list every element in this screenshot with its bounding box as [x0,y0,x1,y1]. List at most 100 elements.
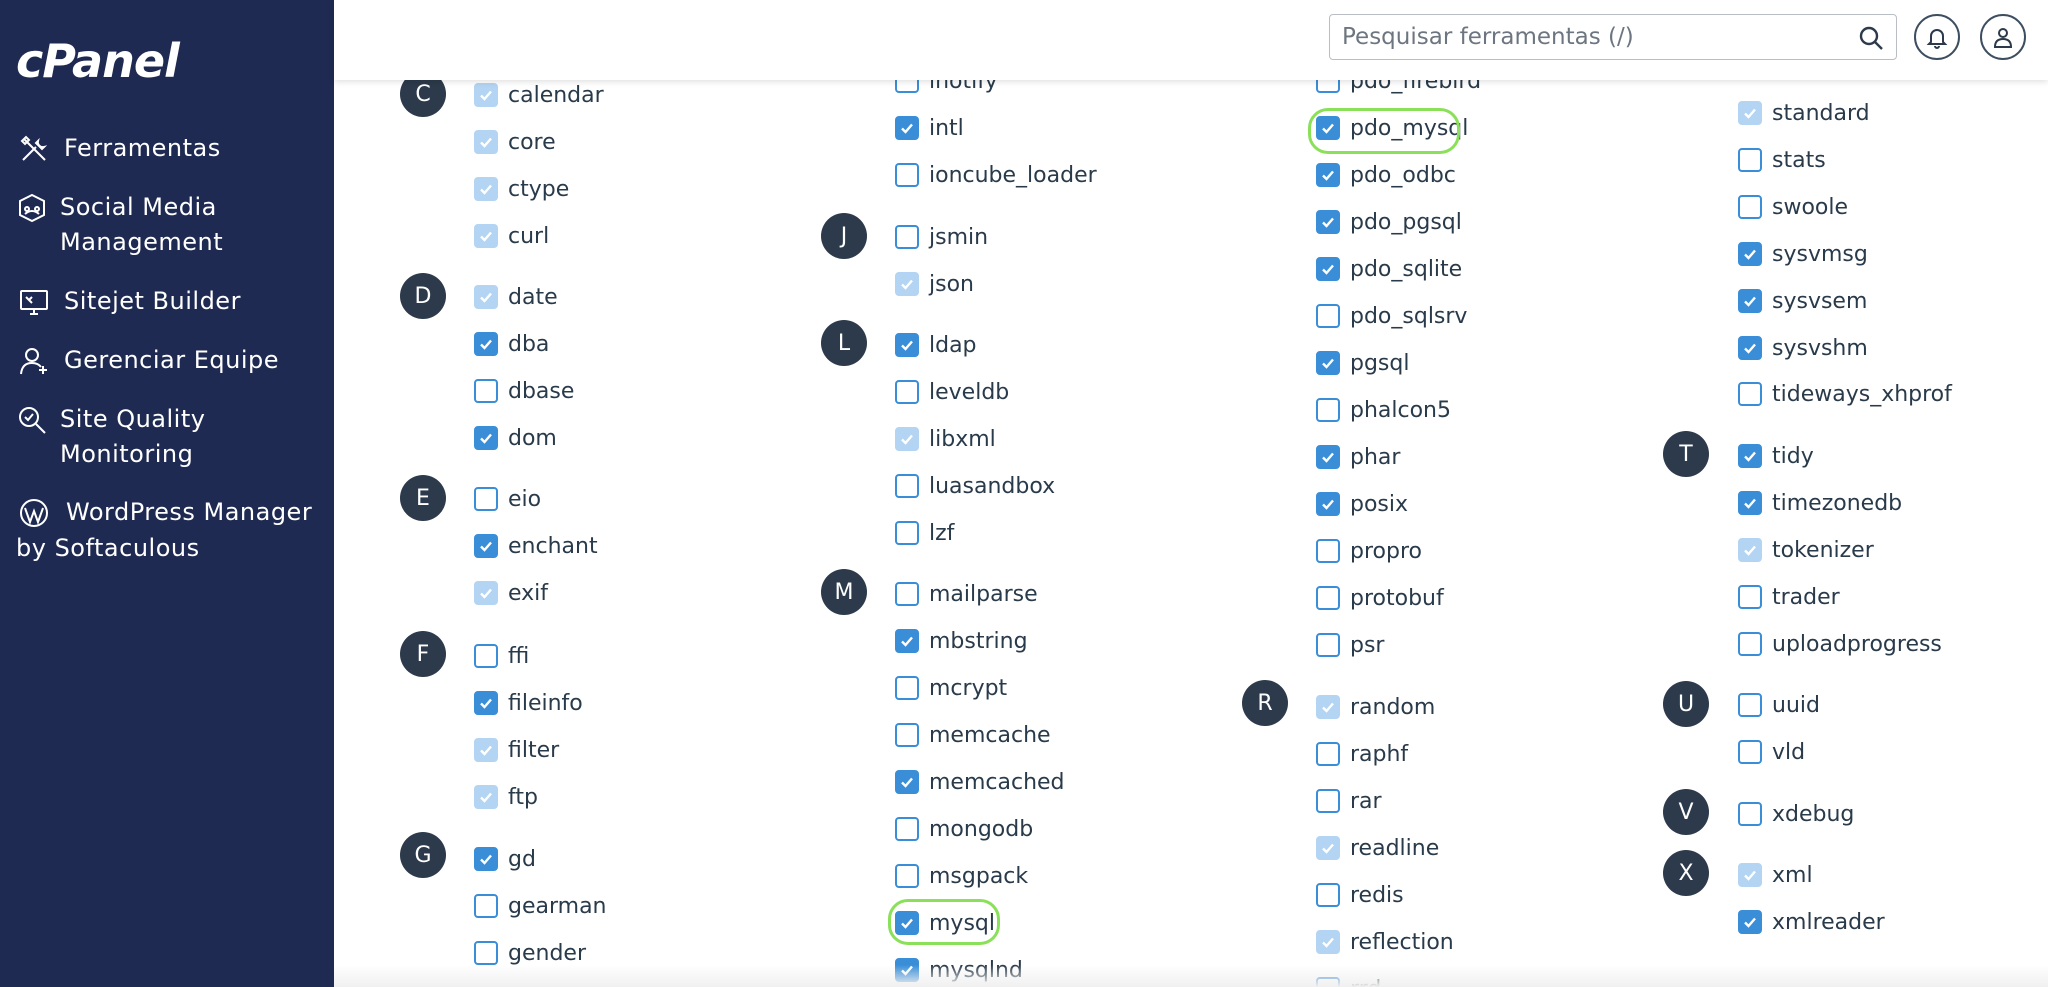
extension-checkbox[interactable] [1316,789,1340,813]
extension-checkbox[interactable] [1738,148,1762,172]
extension-checkbox[interactable] [1738,195,1762,219]
extension-checkbox[interactable] [1316,257,1340,281]
extension-item-tideways-xhprof[interactable]: tideways_xhprof [1738,376,1952,412]
sidebar-item-gerenciar-equipe[interactable]: Gerenciar Equipe [16,343,279,379]
extension-checkbox[interactable] [895,380,919,404]
extension-item-sysvsem[interactable]: sysvsem [1738,283,1867,319]
extension-item-libxml[interactable]: libxml [895,421,996,457]
extension-checkbox[interactable] [474,379,498,403]
extension-item-lzf[interactable]: lzf [895,515,954,551]
extension-checkbox[interactable] [1738,910,1762,934]
extension-checkbox[interactable] [1738,336,1762,360]
extension-item-pdo-sqlsrv[interactable]: pdo_sqlsrv [1316,298,1467,334]
extension-item-phar[interactable]: phar [1316,439,1400,475]
extension-checkbox[interactable] [1316,304,1340,328]
extension-checkbox[interactable] [1738,289,1762,313]
extension-checkbox[interactable] [1738,802,1762,826]
extension-item-core[interactable]: core [474,124,556,160]
extension-checkbox[interactable] [474,332,498,356]
extension-checkbox[interactable] [1316,586,1340,610]
extension-checkbox[interactable] [1738,382,1762,406]
extension-item-protobuf[interactable]: protobuf [1316,580,1444,616]
user-menu-button[interactable] [1980,14,2026,60]
extension-checkbox[interactable] [1316,163,1340,187]
extension-checkbox[interactable] [895,225,919,249]
extension-item-tidy[interactable]: tidy [1738,438,1814,474]
extension-item-uploadprogress[interactable]: uploadprogress [1738,626,1942,662]
extension-item-vld[interactable]: vld [1738,734,1805,770]
extension-item-enchant[interactable]: enchant [474,528,598,564]
extension-item-pgsql[interactable]: pgsql [1316,345,1409,381]
extension-item-xdebug[interactable]: xdebug [1738,796,1854,832]
sidebar-item-ferramentas[interactable]: Ferramentas [16,131,221,167]
sidebar-item-sitejet[interactable]: Sitejet Builder [16,284,241,320]
extension-item-ldap[interactable]: ldap [895,327,977,363]
extension-item-intl[interactable]: intl [895,110,964,146]
extension-item-curl[interactable]: curl [474,218,549,254]
extension-item-rar[interactable]: rar [1316,783,1382,819]
extension-item-pdo-pgsql[interactable]: pdo_pgsql [1316,204,1462,240]
extension-item-calendar[interactable]: calendar [474,77,604,113]
extension-checkbox[interactable] [474,941,498,965]
extension-item-mbstring[interactable]: mbstring [895,623,1028,659]
extension-item-mailparse[interactable]: mailparse [895,576,1038,612]
extension-item-eio[interactable]: eio [474,481,541,517]
extension-checkbox[interactable] [1316,351,1340,375]
extension-item-timezonedb[interactable]: timezonedb [1738,485,1902,521]
extension-checkbox[interactable] [1738,740,1762,764]
extension-item-fileinfo[interactable]: fileinfo [474,685,583,721]
extension-checkbox[interactable] [895,723,919,747]
extension-item-dbase[interactable]: dbase [474,373,574,409]
extension-item-gd[interactable]: gd [474,841,536,877]
extension-item-readline[interactable]: readline [1316,830,1439,866]
extension-item-json[interactable]: json [895,266,974,302]
extension-item-filter[interactable]: filter [474,732,559,768]
extension-checkbox[interactable] [1316,633,1340,657]
extension-checkbox[interactable] [474,487,498,511]
extension-item-phalcon5[interactable]: phalcon5 [1316,392,1451,428]
extension-checkbox[interactable] [1316,398,1340,422]
extension-item-mongodb[interactable]: mongodb [895,811,1033,847]
extension-checkbox[interactable] [895,864,919,888]
extension-item-xmlreader[interactable]: xmlreader [1738,904,1885,940]
extension-checkbox[interactable] [895,333,919,357]
extension-item-posix[interactable]: posix [1316,486,1408,522]
sidebar-item-social-media[interactable]: Social Media Management [16,190,276,260]
extension-checkbox[interactable] [1316,445,1340,469]
extension-item-psr[interactable]: psr [1316,627,1384,663]
extension-checkbox[interactable] [895,521,919,545]
extension-item-xml[interactable]: xml [1738,857,1813,893]
extension-checkbox[interactable] [1316,883,1340,907]
extension-item-leveldb[interactable]: leveldb [895,374,1009,410]
extension-checkbox[interactable] [895,629,919,653]
extension-item-pdo-odbc[interactable]: pdo_odbc [1316,157,1456,193]
extension-item-memcached[interactable]: memcached [895,764,1065,800]
extension-checkbox[interactable] [1738,585,1762,609]
extension-item-propro[interactable]: propro [1316,533,1422,569]
extension-item-swoole[interactable]: swoole [1738,189,1848,225]
extension-item-mcrypt[interactable]: mcrypt [895,670,1007,706]
extension-item-trader[interactable]: trader [1738,579,1840,615]
extension-item-ffi[interactable]: ffi [474,638,529,674]
extension-checkbox[interactable] [1316,539,1340,563]
extension-item-sysvshm[interactable]: sysvshm [1738,330,1868,366]
extension-item-ftp[interactable]: ftp [474,779,538,815]
extension-item-redis[interactable]: redis [1316,877,1404,913]
extension-item-pdo-sqlite[interactable]: pdo_sqlite [1316,251,1462,287]
extension-checkbox[interactable] [474,691,498,715]
extension-checkbox[interactable] [895,582,919,606]
extension-item-tokenizer[interactable]: tokenizer [1738,532,1874,568]
extension-checkbox[interactable] [474,847,498,871]
extension-checkbox[interactable] [895,163,919,187]
extension-checkbox[interactable] [1316,492,1340,516]
extension-checkbox[interactable] [895,116,919,140]
extension-item-jsmin[interactable]: jsmin [895,219,988,255]
extension-checkbox[interactable] [895,676,919,700]
extension-item-dom[interactable]: dom [474,420,557,456]
extension-checkbox[interactable] [1738,444,1762,468]
cpanel-logo[interactable]: cPanel [16,34,180,88]
extension-item-reflection[interactable]: reflection [1316,924,1454,960]
extension-item-date[interactable]: date [474,279,558,315]
search-input[interactable] [1342,15,1842,59]
extension-checkbox[interactable] [1738,632,1762,656]
